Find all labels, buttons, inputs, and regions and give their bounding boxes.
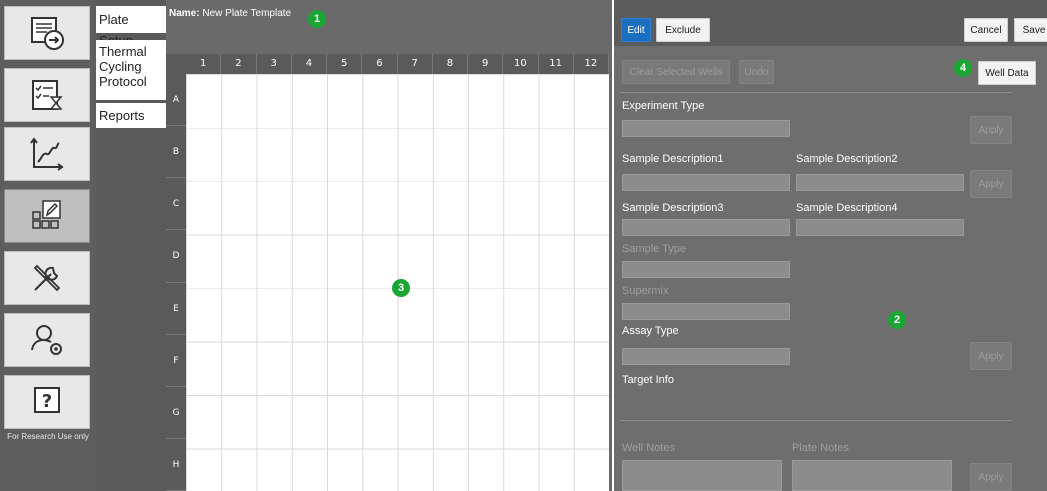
column-header[interactable]: 6 [362, 54, 398, 74]
undo-button[interactable]: Undo [739, 60, 774, 84]
sample-type-field[interactable] [622, 261, 790, 278]
subnav-reports[interactable]: Reports [96, 103, 166, 128]
subnav-plate-setup[interactable]: Plate Setup [96, 6, 166, 48]
rail-button-help[interactable]: ? [4, 375, 90, 429]
well-data-form: Clear Selected Wells Undo 4 Well Data Ex… [614, 46, 1047, 491]
apply-button-notes[interactable]: Apply [970, 463, 1012, 491]
apply-button-assay[interactable]: Apply [970, 342, 1012, 370]
experiment-type-field[interactable] [622, 120, 790, 137]
editor-toolbar: Edit Exclude Cancel Save [614, 0, 1047, 46]
plate-notes-field[interactable] [792, 460, 952, 491]
well-plate: 1 2 3 4 5 6 7 8 9 10 11 12 ABCDEFGH [166, 54, 609, 491]
research-use-note: For Research Use only [7, 432, 89, 441]
column-header[interactable]: 10 [503, 54, 539, 74]
column-header[interactable]: 5 [327, 54, 363, 74]
svg-text:?: ? [42, 391, 52, 412]
apply-button-samples[interactable]: Apply [970, 170, 1012, 198]
callout-1: 1 [308, 10, 326, 28]
column-header[interactable]: 4 [291, 54, 327, 74]
plate-name-label: Name: [169, 8, 200, 19]
subnav-thermal-cycling-protocol[interactable]: Thermal Cycling Protocol [96, 40, 166, 100]
plate-name-bar: Name: New Plate Template [166, 0, 612, 44]
cancel-button[interactable]: Cancel [964, 18, 1008, 42]
plate-notes-label: Plate Notes [792, 442, 849, 454]
plate-corner [166, 54, 186, 74]
divider-top [620, 92, 1012, 93]
save-button[interactable]: Save [1014, 18, 1047, 42]
rail-button-users[interactable] [4, 313, 90, 367]
icon-rail: ? For Research Use only [0, 0, 96, 491]
row-header[interactable]: B [166, 126, 186, 179]
row-header[interactable]: F [166, 334, 186, 387]
chart-icon [30, 137, 64, 171]
column-header[interactable]: 2 [221, 54, 257, 74]
clear-selected-wells-button[interactable]: Clear Selected Wells [622, 60, 730, 84]
supermix-field[interactable] [622, 303, 790, 320]
column-header[interactable]: 3 [256, 54, 292, 74]
column-header[interactable]: 9 [468, 54, 504, 74]
supermix-label: Supermix [622, 285, 669, 297]
column-header[interactable]: 12 [573, 54, 609, 74]
rail-button-checklist[interactable] [4, 68, 90, 122]
plate-edit-icon [32, 200, 61, 229]
experiment-type-label: Experiment Type [622, 100, 705, 112]
column-header[interactable]: 1 [186, 54, 222, 74]
row-header[interactable]: H [166, 438, 186, 491]
rail-button-tools[interactable] [4, 251, 90, 305]
sample-description3-field[interactable] [622, 219, 790, 236]
rail-button-plate-setup[interactable] [4, 189, 90, 243]
assay-type-field[interactable] [622, 348, 790, 365]
apply-button-experiment[interactable]: Apply [970, 116, 1012, 144]
plate-name-value[interactable]: New Plate Template [202, 8, 291, 19]
column-header[interactable]: 7 [397, 54, 433, 74]
tools-icon [33, 264, 61, 292]
exclude-button[interactable]: Exclude [656, 18, 710, 42]
row-header[interactable]: E [166, 282, 186, 335]
divider-bottom [620, 420, 1012, 421]
sample-description2-label: Sample Description2 [796, 153, 898, 165]
user-settings-icon [31, 325, 62, 355]
well-notes-field[interactable] [622, 460, 782, 491]
sample-description1-label: Sample Description1 [622, 153, 724, 165]
sample-description2-field[interactable] [796, 174, 964, 191]
plate-area: Name: New Plate Template 1 2 3 4 5 6 7 8 9 10 11 12… [166, 0, 612, 491]
help-icon: ? [34, 387, 60, 413]
column-header[interactable]: 11 [538, 54, 574, 74]
sub-navigation: Plate Setup Thermal Cycling Protocol Rep… [96, 0, 166, 491]
callout-3: 3 [392, 279, 410, 297]
rail-button-export[interactable] [4, 6, 90, 60]
sample-description4-label: Sample Description4 [796, 202, 898, 214]
well-data-button[interactable]: Well Data [978, 61, 1036, 85]
target-info-label: Target Info [622, 374, 674, 386]
export-icon [31, 17, 64, 50]
row-header[interactable]: C [166, 178, 186, 231]
row-header[interactable]: A [166, 74, 186, 127]
assay-type-label: Assay Type [622, 325, 679, 337]
sample-description1-field[interactable] [622, 174, 790, 191]
column-header[interactable]: 8 [432, 54, 468, 74]
sample-description4-field[interactable] [796, 219, 964, 236]
well-editor-panel: Edit Exclude Cancel Save Clear Selected … [612, 0, 1047, 491]
edit-button[interactable]: Edit [621, 18, 651, 42]
callout-2: 2 [888, 311, 906, 329]
row-header[interactable]: G [166, 386, 186, 439]
row-header[interactable]: D [166, 230, 186, 283]
rail-button-chart[interactable] [4, 127, 90, 181]
well-notes-label: Well Notes [622, 442, 675, 454]
sample-type-label: Sample Type [622, 243, 687, 255]
sample-description3-label: Sample Description3 [622, 202, 724, 214]
checklist-timer-icon [32, 80, 63, 110]
callout-4: 4 [954, 59, 972, 77]
